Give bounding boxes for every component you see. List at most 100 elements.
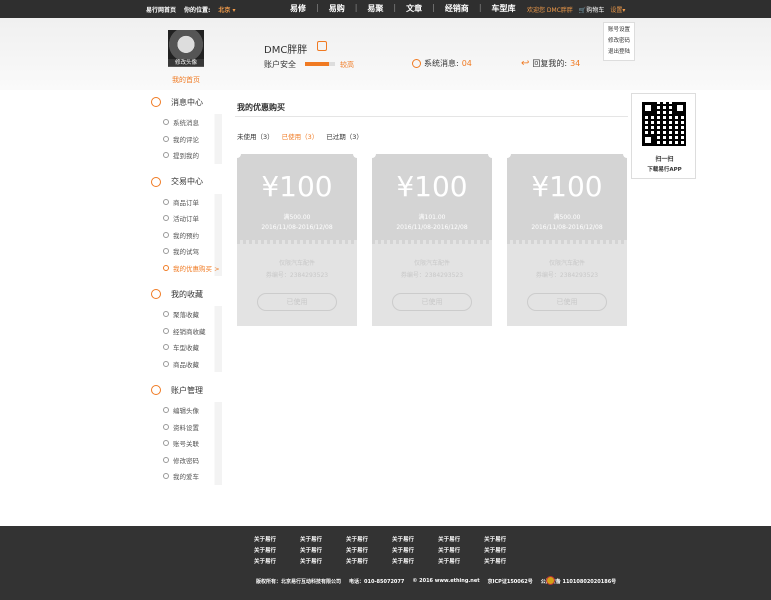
sidebar-item-gathering-favorites[interactable]: 聚落收藏 xyxy=(146,306,222,323)
coupon-amount: ¥100 xyxy=(396,170,468,203)
copyright-phone: 电话：010-85072077 xyxy=(349,579,405,585)
footer-link[interactable]: 关于易行 xyxy=(392,557,414,568)
copyright-owner: 版权所有：北京易行互动科技有限公司 xyxy=(256,579,342,585)
sidebar-item-change-password[interactable]: 修改密码 xyxy=(146,452,222,469)
message-icon xyxy=(163,119,169,126)
car-icon xyxy=(163,473,169,480)
tab-unused[interactable]: 未使用（3） xyxy=(237,131,274,141)
coupon-condition: 满500.00 xyxy=(553,214,581,221)
edit-icon[interactable] xyxy=(317,41,327,51)
footer-link[interactable]: 关于易行 xyxy=(300,546,322,557)
sidebar-item-appointments[interactable]: 我的预约 xyxy=(146,227,222,244)
dropdown-change-password[interactable]: 修改密码 xyxy=(604,36,634,47)
sidebar-item-edit-avatar[interactable]: 编辑头像 xyxy=(146,402,222,419)
tab-used[interactable]: 已使用（3） xyxy=(282,131,319,141)
footer-link[interactable]: 关于易行 xyxy=(392,546,414,557)
star-icon xyxy=(151,289,161,299)
main-nav: 易修 | 易购 | 易聚 | 文章 | 经销商 | 车型库 xyxy=(290,3,516,14)
location-label: 你的位置: xyxy=(184,7,211,14)
coupon-condition: 满500.00 xyxy=(283,214,311,221)
home-link[interactable]: 易行网首页 xyxy=(146,5,176,14)
qr-scan-label: 扫一扫 xyxy=(655,156,674,163)
footer-link[interactable]: 关于易行 xyxy=(346,557,368,568)
footer-link[interactable]: 关于易行 xyxy=(438,557,460,568)
footer-link[interactable]: 关于易行 xyxy=(392,535,414,546)
welcome-user[interactable]: 欢迎您 DMC胖胖 xyxy=(527,5,573,14)
footer: 关于易行 关于易行 关于易行 关于易行 关于易行 关于易行 关于易行 关于易行 关于易行 关… xyxy=(0,526,771,600)
sidebar-item-my-comments[interactable]: 我的评论 xyxy=(146,131,222,148)
footer-link[interactable]: 关于易行 xyxy=(484,546,506,557)
nav-item[interactable]: 易购 xyxy=(329,3,345,14)
lock-icon xyxy=(163,456,169,463)
tab-expired[interactable]: 已过期（3） xyxy=(326,131,363,141)
reply-icon: ↩ xyxy=(521,58,530,69)
sidebar-item-product-orders[interactable]: 商品订单 xyxy=(146,194,222,211)
footer-link[interactable]: 关于易行 xyxy=(254,546,276,557)
sidebar-item-model-favorites[interactable]: 车型收藏 xyxy=(146,339,222,356)
footer-link[interactable]: 关于易行 xyxy=(254,557,276,568)
coupon-amount: ¥100 xyxy=(261,170,333,203)
footer-link[interactable]: 关于易行 xyxy=(484,535,506,546)
top-bar: 易行网首页 你的位置: 北京 ▾ 易修 | 易购 | 易聚 | 文章 | 经销商 | 车型… xyxy=(0,0,771,18)
favorite-icon xyxy=(163,327,169,334)
settings-menu[interactable]: 设置▾ xyxy=(610,5,625,14)
sidebar-item-profile-settings[interactable]: 资料设置 xyxy=(146,419,222,436)
my-home-link[interactable]: 我的首页 xyxy=(172,75,200,85)
security-level: 较高 xyxy=(340,61,354,69)
nav-item[interactable]: 车型库 xyxy=(492,3,516,14)
box-icon xyxy=(163,360,169,367)
system-messages[interactable]: 系统消息: 04 xyxy=(412,58,472,69)
footer-link[interactable]: 关于易行 xyxy=(300,535,322,546)
sidebar-item-my-car[interactable]: 我的爱车 xyxy=(146,468,222,485)
sidebar-item-account-link[interactable]: 账号关联 xyxy=(146,435,222,452)
footer-link[interactable]: 关于易行 xyxy=(438,546,460,557)
coupon-card: ¥100 满500.00 2016/11/08-2016/12/08 仅限汽车配… xyxy=(233,150,361,326)
nav-item[interactable]: 易修 xyxy=(290,3,306,14)
replies-to-me[interactable]: ↩ 回复我的: 34 xyxy=(521,58,580,69)
city-selector[interactable]: 北京 ▾ xyxy=(218,5,235,14)
dropdown-account-settings[interactable]: 账号设置 xyxy=(604,25,634,36)
divider xyxy=(235,116,628,117)
used-button: 已使用 xyxy=(392,293,472,311)
coupon-card: ¥100 满500.00 2016/11/08-2016/12/08 仅限汽车配… xyxy=(503,150,631,326)
pencil-icon xyxy=(163,135,169,142)
chevron-down-icon: ▾ xyxy=(232,7,236,14)
sidebar-group-title: 消息中心 xyxy=(171,97,203,107)
footer-link[interactable]: 关于易行 xyxy=(346,546,368,557)
police-badge-icon xyxy=(546,576,555,585)
sidebar-item-event-orders[interactable]: 活动订单 xyxy=(146,210,222,227)
coupon-condition: 满101.00 xyxy=(418,214,446,221)
send-icon xyxy=(163,215,169,222)
nav-item[interactable]: 易聚 xyxy=(367,3,383,14)
footer-link[interactable]: 关于易行 xyxy=(438,535,460,546)
cart-link[interactable]: 🛒购物车 xyxy=(579,5,605,14)
nav-separator: | xyxy=(316,3,319,12)
footer-link[interactable]: 关于易行 xyxy=(346,535,368,546)
footer-link[interactable]: 关于易行 xyxy=(254,535,276,546)
nav-separator: | xyxy=(393,3,397,12)
sidebar-item-product-favorites[interactable]: 商品收藏 xyxy=(146,356,222,373)
sidebar-item-dealer-favorites[interactable]: 经销商收藏 xyxy=(146,323,222,340)
coupon-scope: 仅限汽车配件 xyxy=(548,260,585,267)
sidebar-group-title: 账户管理 xyxy=(171,385,203,395)
change-avatar-label[interactable]: 修改头像 xyxy=(168,59,204,67)
nav-item[interactable]: 文章 xyxy=(406,3,422,14)
sidebar-group-trade: 交易中心 商品订单 活动订单 我的预约 我的试驾 我的优惠购买 > xyxy=(146,174,222,277)
footer-link[interactable]: 关于易行 xyxy=(300,557,322,568)
coupon-code: 券编号：2384293523 xyxy=(535,272,599,279)
nav-separator: | xyxy=(432,3,435,12)
sidebar-item-test-drives[interactable]: 我的试驾 xyxy=(146,243,222,260)
security-bar-fill xyxy=(305,62,329,66)
sidebar-group-title: 交易中心 xyxy=(171,177,203,186)
nav-separator: | xyxy=(354,3,358,12)
sidebar-item-my-coupons[interactable]: 我的优惠购买 > xyxy=(146,260,222,277)
dropdown-logout[interactable]: 退出登陆 xyxy=(604,47,634,58)
sidebar-item-system-messages[interactable]: 系统消息 xyxy=(146,114,222,131)
nav-item[interactable]: 经销商 xyxy=(445,3,469,14)
footer-link[interactable]: 关于易行 xyxy=(484,557,506,568)
replies-count: 34 xyxy=(570,59,581,68)
sidebar-item-mentions[interactable]: 提到我的 xyxy=(146,147,222,164)
sidebar-group-title: 我的收藏 xyxy=(171,289,203,299)
message-icon xyxy=(412,59,421,68)
at-icon xyxy=(163,152,169,159)
